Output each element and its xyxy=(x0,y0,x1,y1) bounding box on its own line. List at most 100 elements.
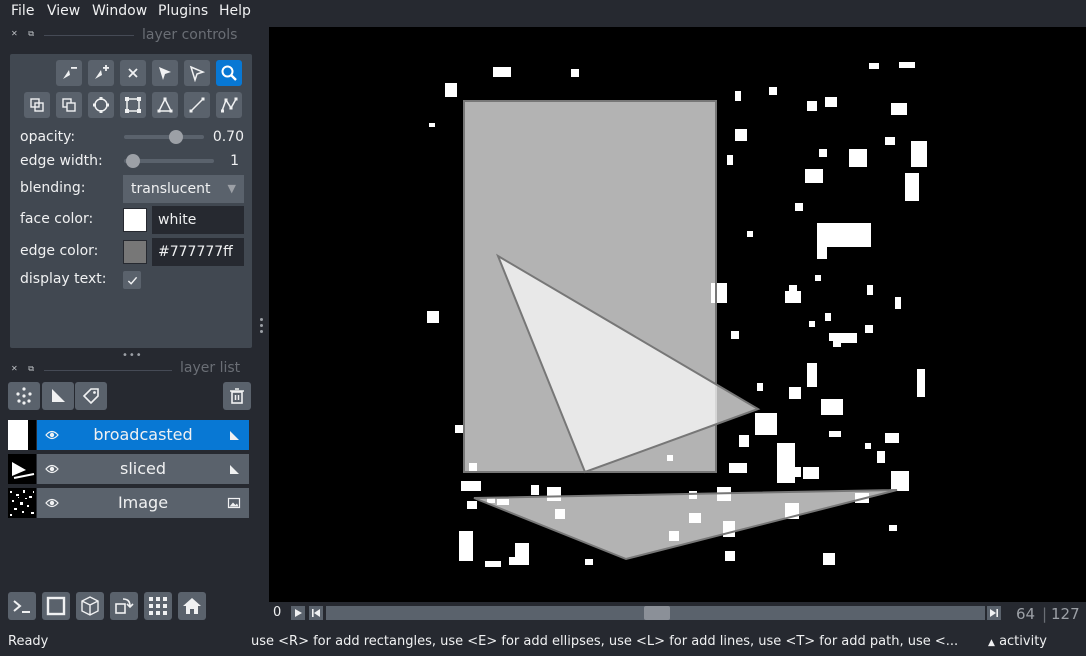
add-ellipse-button[interactable] xyxy=(88,92,114,118)
menu-help[interactable]: Help xyxy=(219,3,251,19)
panel-resize-handle[interactable]: ••• xyxy=(122,350,143,361)
step-back-button[interactable] xyxy=(309,606,323,620)
edge-width-value: 1 xyxy=(230,153,239,169)
layer-controls-title: layer controls xyxy=(142,27,238,43)
add-line-button[interactable] xyxy=(184,92,210,118)
layer-row-sliced[interactable]: sliced xyxy=(8,454,249,484)
face-color-label: face color: xyxy=(20,211,94,227)
path-icon xyxy=(221,97,238,113)
rectangle-icon xyxy=(125,97,141,113)
square-icon xyxy=(46,596,66,616)
new-labels-layer-button[interactable] xyxy=(75,382,107,410)
blending-select[interactable]: translucent ▼ xyxy=(123,175,244,203)
add-polygon-button[interactable] xyxy=(152,92,178,118)
select-shape-button[interactable] xyxy=(152,60,178,86)
display-text-label: display text: xyxy=(20,271,107,287)
opacity-label: opacity: xyxy=(20,129,76,145)
cube-icon xyxy=(81,596,99,616)
remove-vertex-icon xyxy=(63,67,77,79)
toggle-ndisplay-button[interactable] xyxy=(42,592,70,620)
roll-dims-button[interactable] xyxy=(76,592,104,620)
search-icon xyxy=(221,65,237,81)
arrow-select-icon xyxy=(159,67,171,80)
add-vertex-icon xyxy=(95,65,109,79)
grid-icon xyxy=(149,597,167,615)
pan-zoom-button[interactable] xyxy=(216,60,242,86)
viewer-canvas[interactable] xyxy=(269,27,1086,602)
edge-color-swatch[interactable] xyxy=(123,240,147,264)
menu-view[interactable]: View xyxy=(47,3,80,19)
dim-slider-handle[interactable] xyxy=(644,606,670,620)
status-bar: Ready use <R> for add rectangles, use <E… xyxy=(0,630,1086,656)
dim-separator: | xyxy=(1042,605,1048,623)
menu-file[interactable]: File xyxy=(11,3,34,19)
dock-float-close-icon[interactable]: ✕ ⧉ xyxy=(11,29,38,39)
add-vertex-button[interactable] xyxy=(88,60,114,86)
step-forward-button[interactable] xyxy=(987,606,1001,620)
move-front-button[interactable] xyxy=(56,92,82,118)
close-icon xyxy=(128,68,138,78)
caret-up-icon: ▲ xyxy=(988,638,995,648)
play-button[interactable] xyxy=(291,606,305,620)
status-help-text: use <R> for add rectangles, use <E> for … xyxy=(251,634,959,649)
dock-divider-2 xyxy=(44,370,172,371)
add-path-button[interactable] xyxy=(216,92,242,118)
dock-splitter[interactable] xyxy=(260,318,263,334)
layer-thumbnail xyxy=(8,420,36,450)
edge-color-input[interactable]: #777777ff xyxy=(152,238,244,266)
layer-thumbnail xyxy=(8,454,36,484)
add-rectangle-button[interactable] xyxy=(120,92,146,118)
shapes-icon xyxy=(52,389,65,402)
dock-float-close-icon-2[interactable]: ✕ ⧉ xyxy=(11,364,38,374)
activity-button[interactable]: ▲ activity xyxy=(988,634,1047,649)
chevron-down-icon: ▼ xyxy=(227,182,236,195)
edge-width-slider-handle[interactable] xyxy=(126,154,140,168)
skip-back-icon xyxy=(312,609,320,617)
trash-icon xyxy=(230,388,244,404)
grid-view-button[interactable] xyxy=(144,592,172,620)
skip-forward-icon xyxy=(990,609,998,617)
delete-shape-button[interactable] xyxy=(120,60,146,86)
layer-thumbnail xyxy=(8,488,36,518)
opacity-slider[interactable] xyxy=(124,135,204,139)
image-layer-icon xyxy=(227,497,241,509)
transpose-dims-button[interactable] xyxy=(110,592,138,620)
layer-name: sliced xyxy=(119,459,167,478)
direct-select-icon xyxy=(189,65,206,82)
blending-value: translucent xyxy=(131,181,211,197)
rotate-icon xyxy=(115,598,134,614)
layer-row-broadcasted[interactable]: broadcasted xyxy=(8,420,249,450)
face-color-swatch[interactable] xyxy=(123,208,147,232)
face-color-input[interactable]: white xyxy=(152,206,244,234)
new-points-layer-button[interactable] xyxy=(8,382,40,410)
line-icon xyxy=(189,97,205,113)
dim-total-value: 127 xyxy=(1051,605,1080,623)
edge-color-label: edge color: xyxy=(20,243,99,259)
move-front-icon xyxy=(62,98,76,112)
menu-bar: File View Window Plugins Help xyxy=(0,0,1086,24)
menu-plugins[interactable]: Plugins xyxy=(158,3,208,19)
delete-layer-button[interactable] xyxy=(223,382,251,410)
layer-name: Image xyxy=(117,493,169,512)
polygon-icon xyxy=(157,97,173,113)
layer-row-image[interactable]: Image xyxy=(8,488,249,518)
opacity-slider-handle[interactable] xyxy=(169,130,183,144)
sliced-thumbnail-icon xyxy=(12,462,35,479)
direct-select-button[interactable] xyxy=(184,60,210,86)
move-back-button[interactable] xyxy=(24,92,50,118)
terminal-icon xyxy=(13,600,30,613)
display-text-checkbox[interactable] xyxy=(123,271,141,289)
menu-window[interactable]: Window xyxy=(92,3,147,19)
home-button[interactable] xyxy=(178,592,206,620)
remove-vertex-button[interactable] xyxy=(56,60,82,86)
layer-name: broadcasted xyxy=(93,425,193,444)
move-back-icon xyxy=(30,98,44,112)
new-shapes-layer-button[interactable] xyxy=(42,382,74,410)
console-button[interactable] xyxy=(8,592,36,620)
image-thumbnail-icon xyxy=(10,490,34,516)
shape-polygons xyxy=(463,100,898,561)
canvas-image xyxy=(427,62,927,567)
opacity-value: 0.70 xyxy=(212,129,244,145)
dim-current-value[interactable]: 64 xyxy=(1016,605,1035,623)
dock-divider xyxy=(44,35,134,36)
